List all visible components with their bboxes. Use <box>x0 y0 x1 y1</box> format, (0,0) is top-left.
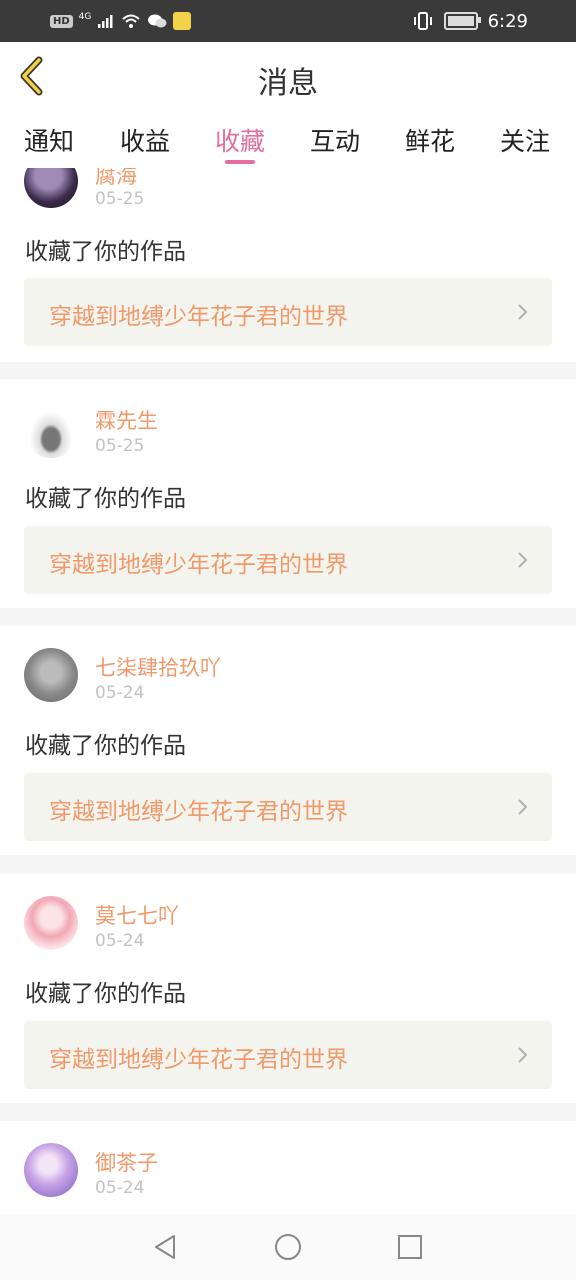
message-text: 收藏了你的作品 <box>25 486 186 512</box>
nav-home-icon[interactable] <box>273 1232 303 1262</box>
message-text: 收藏了你的作品 <box>25 733 186 759</box>
clock: 6:29 <box>487 10 528 32</box>
tab-earnings[interactable]: 收益 <box>120 122 170 158</box>
system-nav-bar <box>0 1214 576 1280</box>
work-link[interactable]: 穿越到地缚少年花子君的世界 <box>24 526 552 594</box>
message-date: 05-24 <box>95 931 145 951</box>
nav-back-icon[interactable] <box>150 1232 180 1262</box>
tab-notifications[interactable]: 通知 <box>24 122 74 158</box>
wechat-icon <box>148 14 167 28</box>
tab-interactions[interactable]: 互动 <box>310 122 360 158</box>
message-date: 05-25 <box>95 436 145 456</box>
list-item: 霖先生 05-25 收藏了你的作品 穿越到地缚少年花子君的世界 <box>0 379 576 608</box>
signal-icon <box>98 15 113 28</box>
tab-bar: 通知 收益 收藏 互动 鲜花 关注 <box>0 112 576 168</box>
hd-indicator: HD <box>50 14 73 28</box>
wifi-icon <box>122 14 141 28</box>
work-title: 穿越到地缚少年花子君的世界 <box>49 1047 348 1073</box>
chevron-right-icon <box>518 1047 528 1063</box>
user-name[interactable]: 腐海 <box>95 168 137 190</box>
battery-icon <box>443 12 481 30</box>
list-item: 御茶子 05-24 <box>0 1121 576 1214</box>
work-title: 穿越到地缚少年花子君的世界 <box>49 304 348 330</box>
tab-favorites[interactable]: 收藏 <box>215 122 265 158</box>
chevron-right-icon <box>518 552 528 568</box>
tab-following[interactable]: 关注 <box>500 122 550 158</box>
user-name[interactable]: 御茶子 <box>95 1147 158 1177</box>
work-link[interactable]: 穿越到地缚少年花子君的世界 <box>24 278 552 346</box>
message-text: 收藏了你的作品 <box>25 239 186 265</box>
avatar[interactable] <box>24 896 78 950</box>
message-date: 05-24 <box>95 1178 145 1198</box>
list-item: 腐海 05-25 收藏了你的作品 穿越到地缚少年花子君的世界 <box>0 168 576 362</box>
tab-flowers[interactable]: 鲜花 <box>405 122 455 158</box>
user-name[interactable]: 霖先生 <box>95 405 158 435</box>
chevron-right-icon <box>518 799 528 815</box>
chevron-right-icon <box>518 304 528 320</box>
vibrate-icon <box>413 12 432 30</box>
user-name[interactable]: 莫七七吖 <box>95 900 179 930</box>
avatar[interactable] <box>24 168 78 208</box>
work-link[interactable]: 穿越到地缚少年花子君的世界 <box>24 773 552 841</box>
user-name[interactable]: 七柒肆拾玖吖 <box>95 652 221 682</box>
work-title: 穿越到地缚少年花子君的世界 <box>49 799 348 825</box>
nav-recents-icon[interactable] <box>395 1232 425 1262</box>
work-link[interactable]: 穿越到地缚少年花子君的世界 <box>24 1021 552 1089</box>
active-tab-indicator <box>225 160 255 164</box>
message-list: 腐海 05-25 收藏了你的作品 穿越到地缚少年花子君的世界 霖先生 05-25… <box>0 168 576 1214</box>
avatar[interactable] <box>24 404 78 458</box>
page-title: 消息 <box>258 66 318 101</box>
app-header: 消息 <box>0 42 576 113</box>
network-type: 4G <box>78 12 92 22</box>
app-notification-icon <box>173 12 192 30</box>
message-text: 收藏了你的作品 <box>25 981 186 1007</box>
list-item: 七柒肆拾玖吖 05-24 收藏了你的作品 穿越到地缚少年花子君的世界 <box>0 626 576 855</box>
work-title: 穿越到地缚少年花子君的世界 <box>49 552 348 578</box>
message-date: 05-25 <box>95 189 145 209</box>
avatar[interactable] <box>24 648 78 702</box>
avatar[interactable] <box>24 1143 78 1197</box>
status-bar: HD 4G 6:29 <box>0 0 576 42</box>
list-item: 莫七七吖 05-24 收藏了你的作品 穿越到地缚少年花子君的世界 <box>0 874 576 1103</box>
message-date: 05-24 <box>95 683 145 703</box>
